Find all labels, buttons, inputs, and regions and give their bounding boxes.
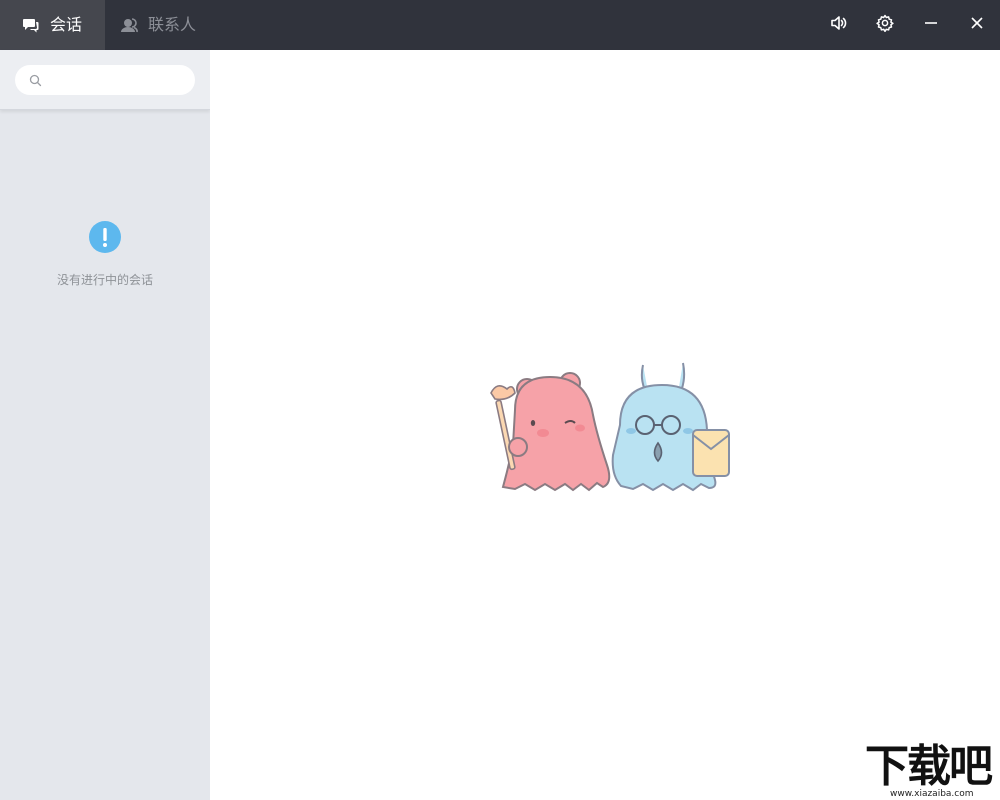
close-button[interactable] [965, 13, 989, 37]
empty-state: 没有进行中的会话 [0, 221, 210, 288]
tab-contacts-label: 联系人 [148, 15, 197, 34]
minimize-icon [923, 15, 939, 35]
watermark-url: www.xiazaiba.com [890, 789, 974, 799]
watermark-text: 下载吧 [865, 741, 993, 792]
search-area [0, 50, 210, 110]
pink-mascot [490, 372, 611, 492]
search-input[interactable] [48, 72, 188, 88]
tab-chats[interactable]: 会话 [0, 0, 105, 50]
search-icon [29, 74, 42, 87]
blue-mascot [611, 362, 730, 492]
chat-bubble-icon [22, 16, 40, 34]
watermark-logo: 下载吧 www.xiazaiba.com [862, 742, 998, 800]
volume-icon [830, 14, 848, 36]
main-panel [210, 50, 1000, 800]
exclamation-icon [89, 221, 121, 253]
title-bar: 会话 联系人 [0, 0, 1000, 50]
app-window: 会话 联系人 没有进行中的会话 下载吧 www.xiazaiba.com [0, 0, 1000, 800]
empty-state-message: 没有进行中的会话 [56, 273, 153, 287]
mascots-illustration [485, 355, 735, 500]
contacts-icon [120, 16, 138, 34]
close-icon [969, 15, 985, 35]
sidebar: 没有进行中的会话 [0, 50, 210, 800]
minimize-button[interactable] [919, 13, 943, 37]
gear-icon [876, 14, 894, 36]
tab-chats-label: 会话 [50, 15, 83, 34]
volume-button[interactable] [827, 13, 851, 37]
tab-contacts[interactable]: 联系人 [105, 0, 215, 50]
settings-button[interactable] [873, 13, 897, 37]
search-box[interactable] [15, 65, 195, 95]
